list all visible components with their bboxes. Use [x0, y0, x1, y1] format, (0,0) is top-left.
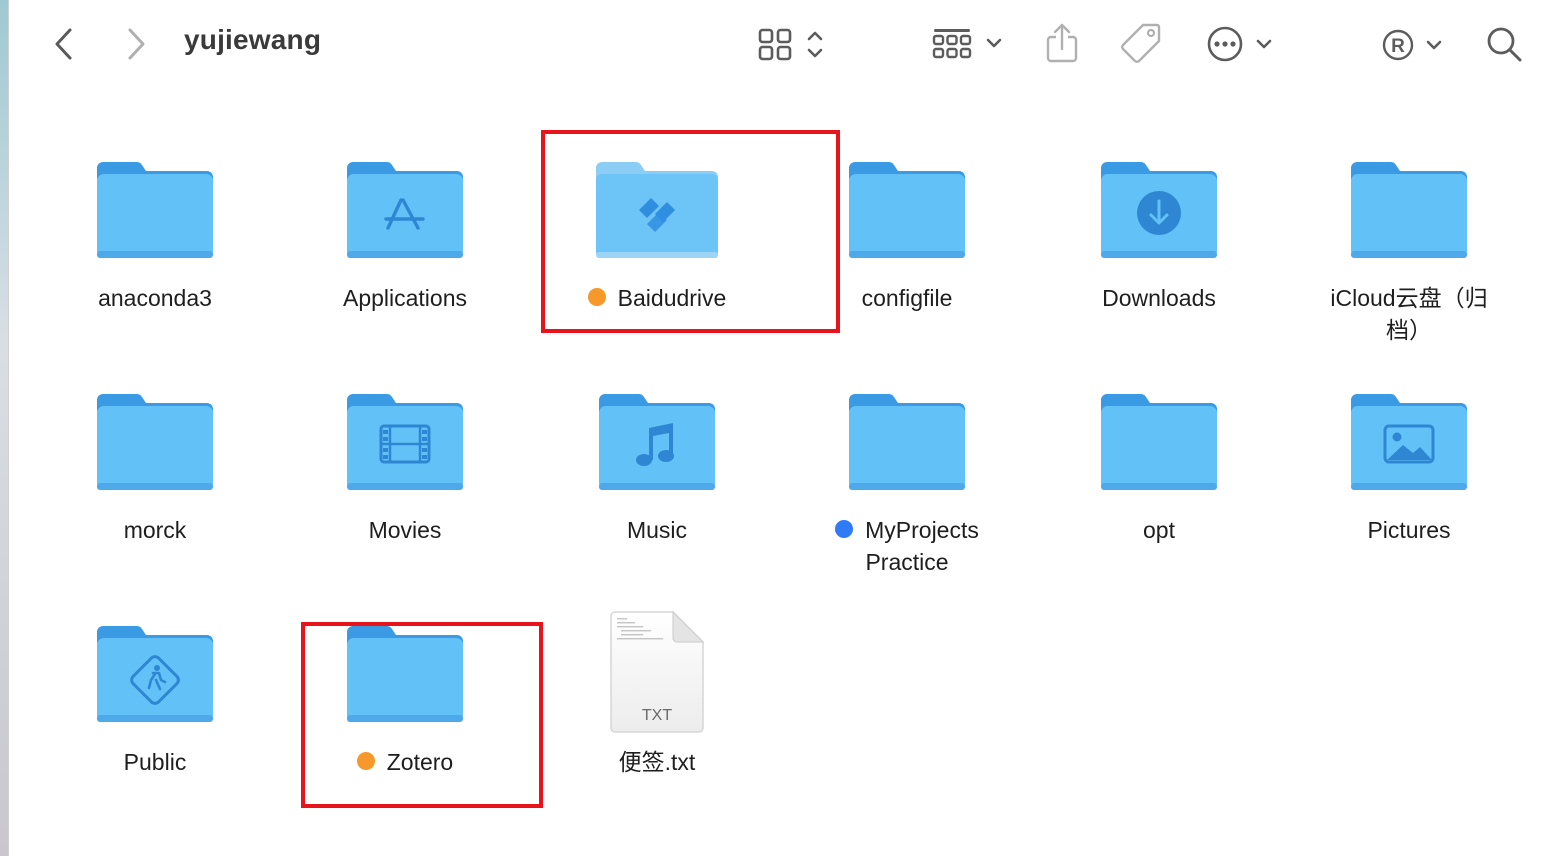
- folder-icon: [845, 158, 969, 267]
- search-icon: [1487, 27, 1522, 62]
- file-item-public[interactable]: Public: [40, 622, 270, 782]
- ellipsis-circle-icon: [1207, 26, 1272, 62]
- search-button[interactable]: [1482, 22, 1526, 66]
- item-label: iCloud云盘（归: [1330, 285, 1488, 311]
- downloads-folder-icon: [1097, 158, 1221, 267]
- applications-folder-icon: [343, 158, 467, 267]
- file-item-myprojects-practice[interactable]: MyProjects Practice: [792, 390, 1022, 580]
- item-label: Applications: [342, 285, 468, 311]
- share-button[interactable]: [1040, 20, 1084, 66]
- item-label: configfile: [861, 285, 953, 311]
- item-label: 便签.txt: [618, 749, 696, 775]
- svg-text:R: R: [1391, 36, 1405, 57]
- file-item-applications[interactable]: Applications: [290, 158, 520, 318]
- window-edge: [0, 0, 9, 856]
- view-mode-button[interactable]: [752, 22, 832, 66]
- folder-icon: [1097, 390, 1221, 499]
- back-button[interactable]: [44, 24, 84, 64]
- item-label: MyProjects: [865, 517, 979, 543]
- more-actions-button[interactable]: [1204, 22, 1278, 66]
- item-label-line2: 档）: [1386, 317, 1432, 343]
- pictures-folder-icon: [1347, 390, 1471, 499]
- file-item-downloads[interactable]: Downloads: [1044, 158, 1274, 318]
- item-label: opt: [1143, 517, 1175, 543]
- file-item-morck[interactable]: morck: [40, 390, 270, 550]
- music-folder-icon: [595, 390, 719, 499]
- public-folder-icon: [93, 622, 217, 731]
- item-label: Movies: [368, 517, 442, 543]
- file-item-movies[interactable]: Movies: [290, 390, 520, 550]
- text-file-icon: TXT: [607, 610, 707, 739]
- item-label: Downloads: [1102, 285, 1216, 311]
- folder-icon: [1347, 158, 1471, 267]
- group-by-icon: [932, 29, 1002, 59]
- file-item-note-txt[interactable]: TXT 便签.txt: [542, 610, 772, 782]
- item-label: morck: [123, 517, 187, 543]
- registered-icon: R: [1382, 29, 1442, 61]
- folder-icon: [93, 390, 217, 499]
- highlight-box-zotero: [301, 622, 543, 808]
- file-type-badge: TXT: [642, 707, 672, 724]
- item-label: anaconda3: [98, 285, 212, 311]
- item-label: Pictures: [1367, 517, 1451, 543]
- folder-icon: [845, 390, 969, 499]
- forward-button[interactable]: [116, 24, 156, 64]
- item-label-line2: Practice: [865, 549, 949, 575]
- chevron-right-icon: [128, 28, 145, 60]
- folder-icon: [93, 158, 217, 267]
- file-item-anaconda3[interactable]: anaconda3: [40, 158, 270, 318]
- file-item-music[interactable]: Music: [542, 390, 772, 550]
- chevron-left-icon: [55, 28, 72, 60]
- toolbar: yujiewang R: [0, 0, 1556, 90]
- group-by-button[interactable]: [928, 22, 1008, 66]
- blue-tag-dot: [835, 519, 854, 538]
- item-label: Music: [626, 517, 688, 543]
- tag-button[interactable]: [1118, 20, 1164, 66]
- file-item-pictures[interactable]: Pictures: [1294, 390, 1524, 550]
- file-item-icloud-archive[interactable]: iCloud云盘（归 档）: [1294, 158, 1524, 348]
- share-icon: [1046, 23, 1078, 63]
- icon-grid-view-icon: [758, 28, 823, 61]
- tag-icon: [1121, 23, 1161, 63]
- movies-folder-icon: [343, 390, 467, 499]
- file-item-opt[interactable]: opt: [1044, 390, 1274, 550]
- item-label: Public: [123, 749, 187, 775]
- highlight-box-baidudrive: [541, 130, 840, 333]
- window-title: yujiewang: [184, 24, 322, 55]
- registered-menu-button[interactable]: R: [1378, 22, 1448, 66]
